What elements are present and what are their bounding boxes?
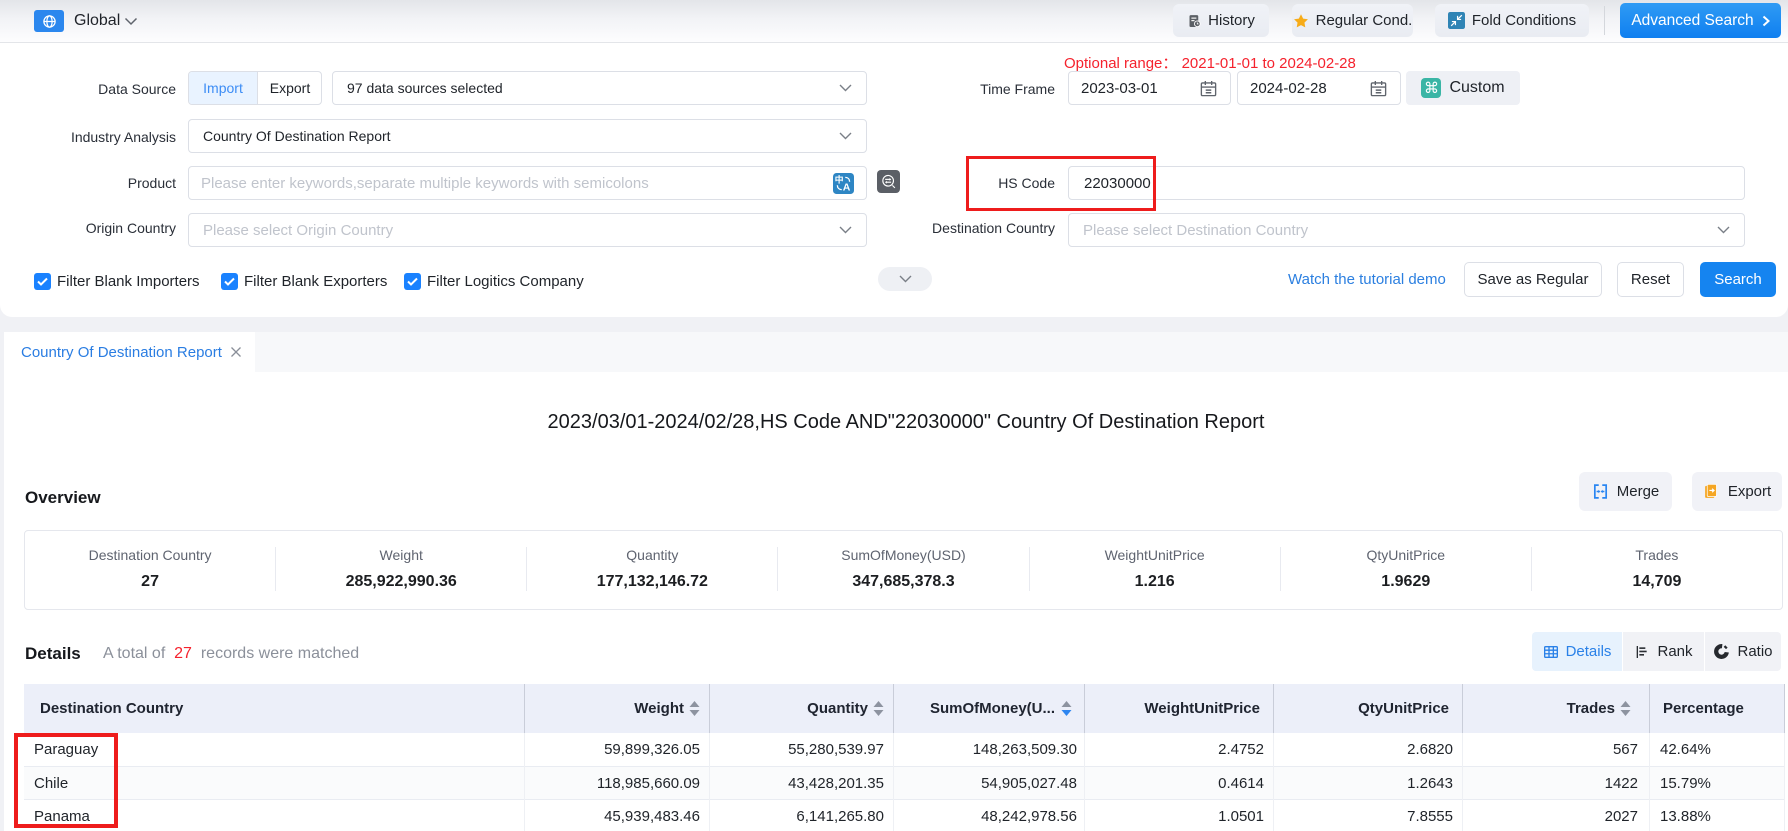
svg-text:A: A bbox=[843, 181, 851, 193]
